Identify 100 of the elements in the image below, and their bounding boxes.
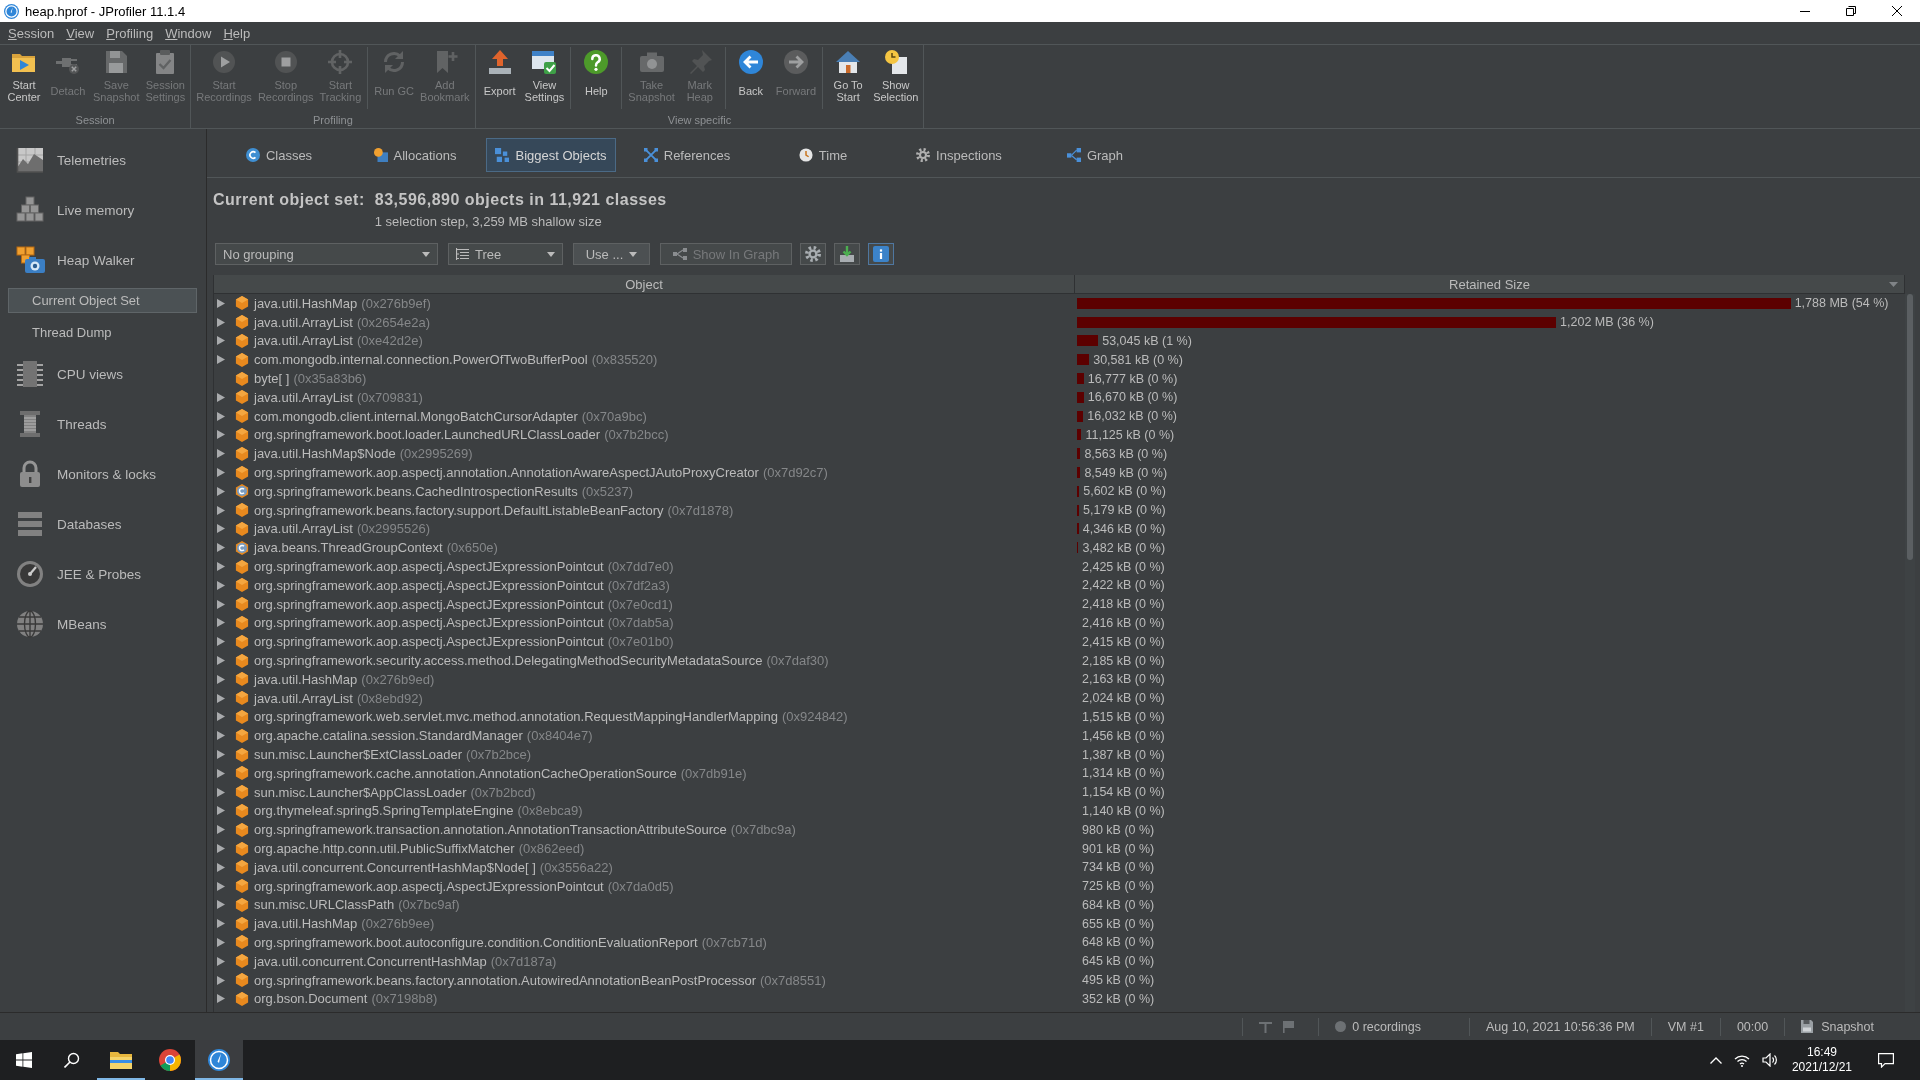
expand-arrow-icon[interactable]	[217, 355, 225, 365]
tab[interactable]: Inspections	[894, 138, 1024, 172]
toolbar-group-label: Profiling	[313, 114, 353, 126]
expand-arrow-icon[interactable]	[217, 900, 225, 910]
tab[interactable]: Graph	[1030, 138, 1160, 172]
back-button[interactable]: Back	[728, 47, 773, 111]
expand-arrow-icon[interactable]	[217, 468, 225, 478]
go-to-start-button[interactable]: Go To Start	[826, 47, 871, 111]
expand-arrow-icon[interactable]	[217, 806, 225, 816]
help-icon	[583, 49, 610, 75]
view-mode-dropdown[interactable]: Tree	[448, 243, 563, 265]
object-name: java.util.HashMap	[254, 916, 358, 932]
expand-arrow-icon[interactable]	[217, 449, 225, 459]
tab[interactable]: Classes	[214, 138, 344, 172]
sidebar-subitem[interactable]: Current Object Set	[8, 288, 197, 313]
hexagon-c-icon	[235, 540, 249, 555]
expand-arrow-icon[interactable]	[217, 956, 225, 966]
tab[interactable]: Allocations	[350, 138, 480, 172]
expand-arrow-icon[interactable]	[217, 562, 225, 572]
wifi-icon[interactable]	[1733, 1053, 1750, 1067]
menu-item[interactable]: Help	[217, 23, 257, 43]
object-address: (0x7db91e)	[680, 765, 747, 781]
retained-size-text: 645 kB (0 %)	[1082, 954, 1155, 969]
expand-arrow-icon[interactable]	[217, 731, 225, 741]
retained-size-text: 980 kB (0 %)	[1082, 822, 1155, 837]
app-logo-icon	[4, 3, 19, 19]
retained-size-text: 4,346 kB (0 %)	[1082, 521, 1166, 536]
expand-arrow-icon[interactable]	[217, 919, 225, 929]
settings-button[interactable]	[800, 243, 826, 265]
object-address: (0x8ebd92)	[357, 690, 423, 706]
hexagon-icon	[235, 371, 249, 386]
toolbar-group-label: Session	[75, 114, 115, 126]
object-name: org.springframework.aop.aspectj.AspectJExpressionPointcut	[254, 577, 604, 593]
chevron-up-icon[interactable]	[1709, 1056, 1722, 1064]
expand-arrow-icon[interactable]	[217, 543, 225, 553]
use-button[interactable]: Use ...	[573, 243, 650, 265]
expand-arrow-icon[interactable]	[217, 750, 225, 759]
scrollbar-thumb[interactable]	[1907, 294, 1913, 560]
retained-size-text: 2,422 kB (0 %)	[1082, 578, 1165, 593]
expand-arrow-icon[interactable]	[217, 787, 225, 797]
home-icon	[835, 49, 862, 75]
object-name: java.util.ArrayList	[254, 314, 353, 330]
expand-arrow-icon[interactable]	[217, 599, 225, 609]
expand-arrow-icon[interactable]	[217, 336, 225, 346]
hexagon-icon	[235, 691, 249, 706]
expand-arrow-icon[interactable]	[217, 392, 225, 402]
expand-arrow-icon[interactable]	[217, 693, 225, 703]
expand-arrow-icon[interactable]	[217, 881, 225, 891]
object-name: org.springframework.aop.aspectj.AspectJExpressionPointcut	[254, 615, 604, 631]
expand-arrow-icon[interactable]	[217, 994, 225, 1004]
tab[interactable]: Biggest Objects	[486, 138, 616, 172]
export-button[interactable]: Export	[477, 47, 522, 111]
expand-arrow-icon[interactable]	[217, 486, 225, 496]
column-header[interactable]: Object	[214, 275, 1075, 293]
expand-arrow-icon[interactable]	[217, 938, 225, 947]
view-settings-button[interactable]: View Settings	[521, 47, 568, 111]
expand-arrow-icon[interactable]	[217, 656, 225, 666]
expand-arrow-icon[interactable]	[217, 618, 225, 628]
expand-arrow-icon[interactable]	[217, 430, 225, 440]
expand-arrow-icon[interactable]	[217, 505, 225, 515]
grouping-dropdown[interactable]: No grouping	[215, 243, 438, 265]
expand-arrow-icon[interactable]	[217, 317, 225, 327]
object-address: (0x35a83b6)	[293, 371, 367, 387]
expand-arrow-icon[interactable]	[217, 298, 225, 308]
caret-icon	[629, 251, 638, 257]
tray-arrow-button[interactable]	[834, 243, 860, 265]
sort-caret-icon	[1889, 282, 1898, 287]
expand-arrow-icon[interactable]	[217, 524, 225, 534]
tab[interactable]: Time	[758, 138, 888, 172]
expand-arrow-icon[interactable]	[217, 580, 225, 590]
expand-arrow-icon[interactable]	[217, 712, 225, 722]
expand-arrow-icon[interactable]	[217, 768, 225, 778]
sidebar-item[interactable]: Heap Walker	[0, 235, 206, 285]
expand-arrow-icon[interactable]	[217, 975, 225, 985]
info-button[interactable]	[868, 243, 894, 265]
object-name: java.util.concurrent.ConcurrentHashMap$Node[ ]	[254, 859, 536, 875]
help-button[interactable]: Help	[574, 47, 619, 111]
taskbar-app-button[interactable]	[195, 1040, 243, 1080]
expand-arrow-icon[interactable]	[217, 862, 225, 872]
menu-item[interactable]: Profiling	[100, 23, 160, 43]
tab[interactable]: References	[622, 138, 752, 172]
menu-item[interactable]: Session	[2, 23, 61, 43]
expand-arrow-icon[interactable]	[217, 825, 225, 835]
expand-arrow-icon[interactable]	[217, 637, 225, 647]
sidebar-subitem[interactable]: Thread Dump	[8, 320, 197, 345]
menu-item[interactable]: View	[60, 23, 101, 43]
object-name: org.bson.Document	[254, 991, 368, 1007]
speaker-icon[interactable]	[1761, 1053, 1778, 1067]
cross-arrows-icon	[643, 148, 658, 162]
start-center-button[interactable]: Start Center	[2, 47, 46, 111]
object-name: java.util.HashMap$Node	[254, 446, 396, 462]
show-selection-button[interactable]: Show Selection	[870, 47, 922, 111]
object-name: java.beans.ThreadGroupContext	[254, 540, 443, 556]
menu-item[interactable]: Window	[159, 23, 218, 43]
column-header[interactable]: Retained Size	[1075, 275, 1905, 293]
object-address: (0x5237)	[581, 483, 634, 499]
retained-size-text: 11,125 kB (0 %)	[1085, 427, 1175, 442]
expand-arrow-icon[interactable]	[217, 674, 225, 684]
expand-arrow-icon[interactable]	[217, 844, 225, 853]
expand-arrow-icon[interactable]	[217, 411, 225, 421]
